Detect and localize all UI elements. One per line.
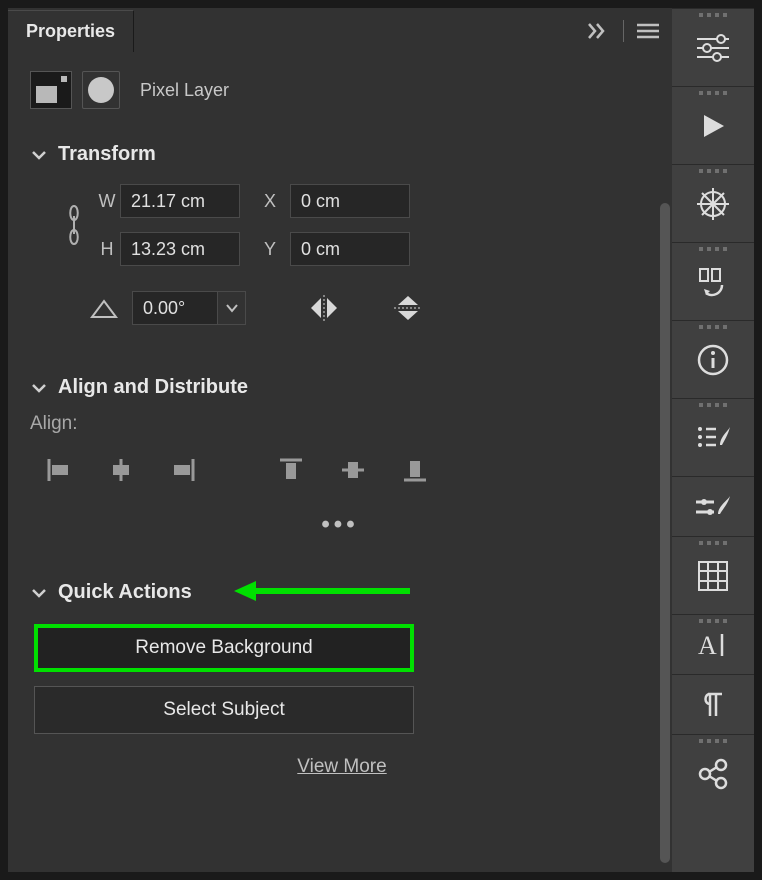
play-icon[interactable] bbox=[672, 86, 754, 164]
layer-type-row: Pixel Layer bbox=[8, 71, 672, 127]
panel-header: Properties bbox=[8, 8, 672, 53]
paragraph-icon[interactable] bbox=[672, 674, 754, 734]
quick-actions-title: Quick Actions bbox=[58, 581, 192, 604]
svg-text:A: A bbox=[698, 631, 717, 660]
rotation-dropdown[interactable] bbox=[218, 291, 246, 325]
brush-list-icon[interactable] bbox=[672, 398, 754, 476]
align-bottom-icon[interactable] bbox=[398, 453, 432, 487]
align-right-icon[interactable] bbox=[166, 453, 200, 487]
flip-vertical-icon[interactable] bbox=[388, 288, 428, 328]
brush-settings-icon[interactable] bbox=[672, 476, 754, 536]
chevron-down-icon bbox=[30, 379, 48, 397]
y-label: Y bbox=[250, 239, 290, 260]
view-more-link[interactable]: View More bbox=[34, 748, 650, 786]
link-dimensions-icon[interactable] bbox=[54, 202, 94, 248]
x-input[interactable] bbox=[290, 184, 410, 218]
panel-body: Pixel Layer Transform W bbox=[8, 53, 672, 872]
quick-actions-header[interactable]: Quick Actions bbox=[30, 573, 650, 612]
align-center-v-icon[interactable] bbox=[336, 453, 370, 487]
layer-type-label: Pixel Layer bbox=[140, 80, 229, 101]
adjustments-icon[interactable] bbox=[672, 8, 754, 86]
width-input[interactable] bbox=[120, 184, 240, 218]
right-toolbar: A bbox=[672, 8, 754, 872]
align-label: Align: bbox=[30, 407, 650, 447]
more-options-icon[interactable]: ••• bbox=[30, 487, 650, 551]
transform-header[interactable]: Transform bbox=[30, 135, 650, 174]
grid-icon[interactable] bbox=[672, 536, 754, 614]
transform-section: Transform W X H Y bbox=[8, 127, 672, 350]
height-label: H bbox=[94, 239, 120, 260]
align-top-icon[interactable] bbox=[274, 453, 308, 487]
transform-title: Transform bbox=[58, 143, 156, 166]
flip-horizontal-icon[interactable] bbox=[304, 288, 344, 328]
align-left-icon[interactable] bbox=[42, 453, 76, 487]
select-subject-button[interactable]: Select Subject bbox=[34, 686, 414, 734]
wheel-icon[interactable] bbox=[672, 164, 754, 242]
layer-mask-icon[interactable] bbox=[82, 71, 120, 109]
align-header[interactable]: Align and Distribute bbox=[30, 368, 650, 407]
collapse-icon[interactable] bbox=[587, 19, 611, 43]
remove-background-button[interactable]: Remove Background bbox=[34, 624, 414, 672]
history-icon[interactable] bbox=[672, 242, 754, 320]
panel-menu-icon[interactable] bbox=[636, 19, 660, 43]
properties-tab[interactable]: Properties bbox=[8, 10, 134, 52]
info-icon[interactable] bbox=[672, 320, 754, 398]
chevron-down-icon bbox=[30, 584, 48, 602]
annotation-arrow-icon bbox=[230, 579, 410, 603]
align-title: Align and Distribute bbox=[58, 376, 248, 399]
height-input[interactable] bbox=[120, 232, 240, 266]
share-icon[interactable] bbox=[672, 734, 754, 812]
character-icon[interactable]: A bbox=[672, 614, 754, 674]
x-label: X bbox=[250, 191, 290, 212]
y-input[interactable] bbox=[290, 232, 410, 266]
width-label: W bbox=[94, 191, 120, 212]
scrollbar[interactable] bbox=[660, 203, 670, 863]
rotation-icon bbox=[90, 297, 118, 319]
quick-actions-section: Quick Actions Remove Background Select S… bbox=[8, 563, 672, 798]
align-center-h-icon[interactable] bbox=[104, 453, 138, 487]
rotation-input[interactable] bbox=[132, 291, 218, 325]
layer-thumbnail-icon[interactable] bbox=[30, 71, 72, 109]
properties-panel: Properties Pixel Layer bbox=[8, 8, 672, 872]
align-section: Align and Distribute Align: bbox=[8, 350, 672, 563]
chevron-down-icon bbox=[30, 146, 48, 164]
